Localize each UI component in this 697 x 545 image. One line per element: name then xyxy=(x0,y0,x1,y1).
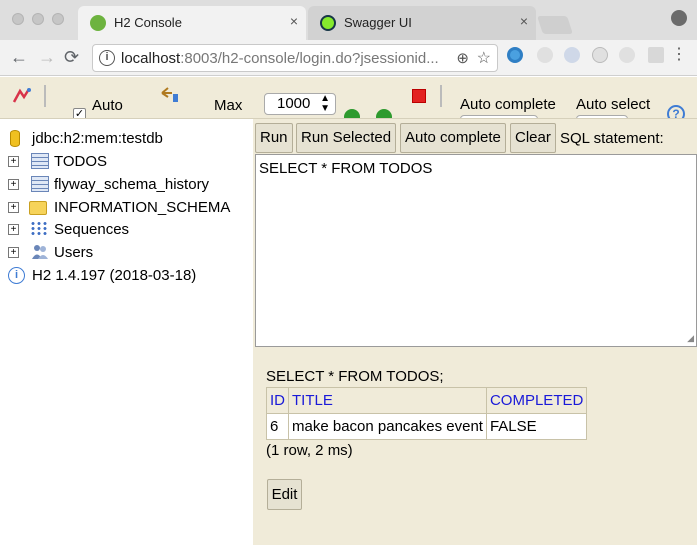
run-selected-button[interactable]: Run Selected xyxy=(296,123,397,153)
auto-select-label: Auto select xyxy=(576,96,651,113)
extension-5-icon[interactable] xyxy=(619,47,635,63)
minimize-window-button[interactable] xyxy=(32,13,44,25)
folder-icon xyxy=(29,201,47,215)
table-icon xyxy=(31,153,49,169)
disconnect-icon[interactable] xyxy=(12,87,32,109)
max-rows-label: Max xyxy=(214,97,243,114)
rollback-icon[interactable] xyxy=(159,86,181,108)
tree-item-label: Sequences xyxy=(54,221,130,238)
help-icon[interactable]: ? xyxy=(667,105,685,118)
auto-complete-label: Auto complete xyxy=(460,96,556,113)
stop-icon[interactable] xyxy=(412,89,426,103)
tab-h2-console[interactable]: H2 Console × xyxy=(78,6,306,40)
tab-swagger-ui[interactable]: Swagger UI × xyxy=(308,6,536,40)
run-icon[interactable] xyxy=(344,109,360,118)
edit-button[interactable]: Edit xyxy=(267,479,302,510)
table-row: 6 make bacon pancakes event FALSE xyxy=(266,413,588,440)
resize-handle-icon[interactable]: ◢ xyxy=(687,333,694,344)
tab-label: H2 Console xyxy=(114,15,182,30)
sql-text: SELECT * FROM TODOS xyxy=(259,160,433,177)
table-cell: FALSE xyxy=(485,413,588,440)
connection-label: jdbc:h2:mem:testdb xyxy=(32,130,163,147)
database-icon xyxy=(10,130,20,147)
results-area: SELECT * FROM TODOS; ID TITLE COMPLETED … xyxy=(253,351,697,545)
query-panel: Run Run Selected Auto complete Clear SQL… xyxy=(253,119,697,545)
close-tab-icon[interactable]: × xyxy=(290,13,298,29)
version-label: H2 1.4.197 (2018-03-18) xyxy=(32,267,197,284)
tree-item-label: INFORMATION_SCHEMA xyxy=(54,199,231,216)
new-tab-button[interactable] xyxy=(537,16,573,34)
url-text: localhost:8003/h2-console/login.do?jsess… xyxy=(121,50,439,67)
url-host: localhost xyxy=(121,50,181,67)
sequence-icon xyxy=(30,221,48,237)
results-table: ID TITLE COMPLETED 6 make bacon pancakes… xyxy=(266,387,588,440)
bookmark-star-icon[interactable]: ☆ xyxy=(477,48,491,68)
expand-icon[interactable]: + xyxy=(8,202,19,213)
maximize-window-button[interactable] xyxy=(52,13,64,25)
table-cell: make bacon pancakes event xyxy=(288,413,487,440)
auto-commit-checkbox[interactable]: ✓ xyxy=(73,108,86,118)
back-button[interactable]: ← xyxy=(10,47,28,67)
column-header[interactable]: COMPLETED xyxy=(485,387,588,414)
expand-icon[interactable]: + xyxy=(8,247,19,258)
spring-leaf-icon xyxy=(90,15,106,31)
h2-toolbar: ✓ Auto Max 1000 ▲ ▼ Auto complete Auto se… xyxy=(0,77,697,119)
close-window-button[interactable] xyxy=(12,13,24,25)
tree-item-label: flyway_schema_history xyxy=(54,176,210,193)
column-header[interactable]: TITLE xyxy=(288,387,487,414)
extension-6-icon[interactable] xyxy=(648,47,664,63)
toolbar-separator xyxy=(440,85,442,107)
sql-statement-label: SQL statement: xyxy=(560,130,664,147)
schema-tree: jdbc:h2:mem:testdb + TODOS + flyway_sche… xyxy=(0,119,253,545)
expand-icon[interactable]: + xyxy=(8,156,19,167)
table-cell: 6 xyxy=(266,413,289,440)
close-tab-icon[interactable]: × xyxy=(520,13,528,29)
reload-button[interactable]: ⟳ xyxy=(64,47,79,67)
url-path: :8003/h2-console/login.do?jsessionid... xyxy=(180,50,439,67)
toolbar-separator xyxy=(44,85,46,107)
clear-button[interactable]: Clear xyxy=(510,123,556,153)
max-rows-select[interactable]: 1000 ▲ ▼ xyxy=(264,93,336,115)
tab-label: Swagger UI xyxy=(344,15,412,30)
extension-3-icon[interactable] xyxy=(564,47,580,63)
column-header[interactable]: ID xyxy=(266,387,289,414)
profile-icon[interactable] xyxy=(671,10,687,26)
swagger-icon xyxy=(320,15,336,31)
executed-statement: SELECT * FROM TODOS; xyxy=(266,368,444,385)
browser-tabstrip: H2 Console × Swagger UI × xyxy=(0,0,697,40)
expand-icon[interactable]: + xyxy=(8,179,19,190)
run-selected-icon[interactable] xyxy=(376,109,392,118)
address-bar[interactable]: i localhost:8003/h2-console/login.do?jse… xyxy=(92,44,498,72)
browser-menu-icon[interactable]: ⋮ xyxy=(671,47,687,63)
info-icon: i xyxy=(8,267,25,284)
users-icon xyxy=(31,244,49,260)
table-header-row: ID TITLE COMPLETED xyxy=(266,387,588,414)
tree-item-label: Users xyxy=(54,244,94,261)
forward-button[interactable]: → xyxy=(38,47,56,67)
tree-item-label: TODOS xyxy=(54,153,108,170)
table-icon xyxy=(31,176,49,192)
auto-complete-button[interactable]: Auto complete xyxy=(400,123,506,153)
run-button[interactable]: Run xyxy=(255,123,293,153)
row-count: (1 row, 2 ms) xyxy=(266,442,353,459)
extension-2-icon[interactable] xyxy=(537,47,553,63)
auto-commit-label: Auto xyxy=(92,97,123,114)
extension-1-icon[interactable] xyxy=(507,47,523,63)
info-icon[interactable]: i xyxy=(99,50,115,66)
expand-icon[interactable]: + xyxy=(8,224,19,235)
sql-editor[interactable]: SELECT * FROM TODOS ◢ xyxy=(255,154,697,347)
extension-4-icon[interactable] xyxy=(592,47,608,63)
max-rows-value: 1000 xyxy=(277,95,311,112)
zoom-icon[interactable]: ⊕ xyxy=(456,49,469,67)
select-arrows-icon: ▲ ▼ xyxy=(320,93,330,114)
